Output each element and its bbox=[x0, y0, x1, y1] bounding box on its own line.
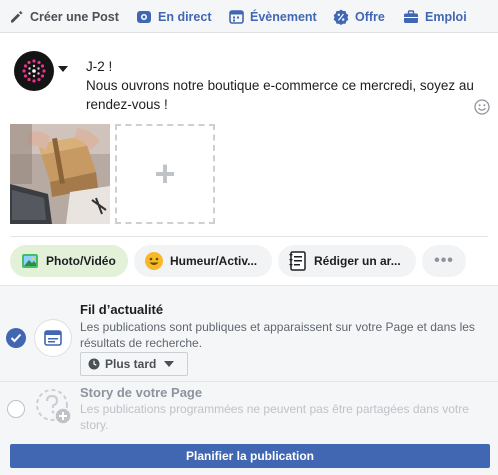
more-options-button[interactable]: ••• bbox=[422, 245, 466, 277]
attached-photo-thumbnail[interactable] bbox=[10, 124, 110, 224]
tab-job[interactable]: Emploi bbox=[403, 0, 467, 33]
page-selector-caret-icon[interactable] bbox=[58, 66, 68, 72]
calendar-icon bbox=[228, 9, 244, 25]
tab-create-post-label: Créer une Post bbox=[30, 9, 119, 24]
tab-live-label: En direct bbox=[158, 9, 212, 24]
live-video-icon bbox=[136, 9, 152, 25]
document-icon bbox=[288, 251, 308, 271]
add-photo-plus: + bbox=[154, 153, 176, 194]
schedule-post-label: Planifier la publication bbox=[185, 449, 315, 463]
story-title: Story de votre Page bbox=[80, 385, 203, 400]
smiley-face-icon bbox=[144, 251, 164, 271]
story-add-icon bbox=[34, 387, 74, 427]
smiley-icon[interactable] bbox=[474, 99, 490, 115]
write-article-button[interactable]: Rédiger un ar... bbox=[278, 245, 416, 277]
schedule-time-label: Plus tard bbox=[105, 357, 157, 371]
tab-offer[interactable]: Offre bbox=[333, 0, 385, 33]
post-composer: J-2 ! Nous ouvrons notre boutique e-comm… bbox=[0, 33, 498, 285]
news-feed-description: Les publications sont publiques et appar… bbox=[80, 320, 475, 350]
tab-live[interactable]: En direct bbox=[136, 0, 212, 33]
briefcase-icon bbox=[403, 9, 419, 25]
audience-option-story[interactable]: Story de votre Page Les publications pro… bbox=[0, 381, 498, 438]
photo-video-button[interactable]: Photo/Vidéo bbox=[10, 245, 128, 277]
page-avatar[interactable] bbox=[14, 51, 54, 91]
news-feed-icon bbox=[34, 319, 72, 357]
avatar-logo-icon bbox=[22, 59, 46, 83]
clock-icon bbox=[88, 358, 100, 370]
story-description: Les publications programmées ne peuvent … bbox=[80, 402, 469, 432]
tab-job-label: Emploi bbox=[425, 9, 467, 24]
post-text-line-1: J-2 ! bbox=[86, 59, 113, 74]
post-text-line-2: Nous ouvrons notre boutique e-commerce c… bbox=[86, 78, 474, 112]
percent-tag-icon bbox=[333, 9, 349, 25]
more-dots-icon: ••• bbox=[434, 252, 454, 269]
tab-create-post[interactable]: Créer une Post bbox=[8, 0, 119, 33]
check-icon[interactable] bbox=[6, 328, 26, 348]
mood-activity-label: Humeur/Activ... bbox=[170, 254, 258, 268]
mood-activity-button[interactable]: Humeur/Activ... bbox=[134, 245, 272, 277]
composer-footer: Planifier la publication bbox=[0, 438, 498, 475]
schedule-time-dropdown[interactable]: Plus tard bbox=[80, 352, 188, 376]
news-feed-title: Fil d’actualité bbox=[80, 302, 164, 317]
tab-event-label: Évènement bbox=[250, 9, 317, 24]
add-photo-button[interactable]: + bbox=[115, 124, 215, 224]
write-article-label: Rédiger un ar... bbox=[314, 254, 401, 268]
story-radio[interactable] bbox=[7, 400, 25, 418]
composer-tabs: Créer une Post En direct Évènement Offre… bbox=[0, 0, 498, 33]
photo-video-label: Photo/Vidéo bbox=[46, 254, 116, 268]
composer-divider bbox=[10, 236, 488, 237]
image-icon bbox=[20, 251, 40, 271]
tab-offer-label: Offre bbox=[355, 9, 385, 24]
tab-event[interactable]: Évènement bbox=[228, 0, 317, 33]
audience-option-news-feed[interactable]: Fil d’actualité Les publications sont pu… bbox=[0, 285, 498, 381]
pencil-icon bbox=[8, 9, 24, 25]
schedule-post-button[interactable]: Planifier la publication bbox=[10, 444, 490, 468]
chevron-down-icon bbox=[164, 361, 175, 367]
post-text-input[interactable]: J-2 ! Nous ouvrons notre boutique e-comm… bbox=[86, 57, 476, 114]
